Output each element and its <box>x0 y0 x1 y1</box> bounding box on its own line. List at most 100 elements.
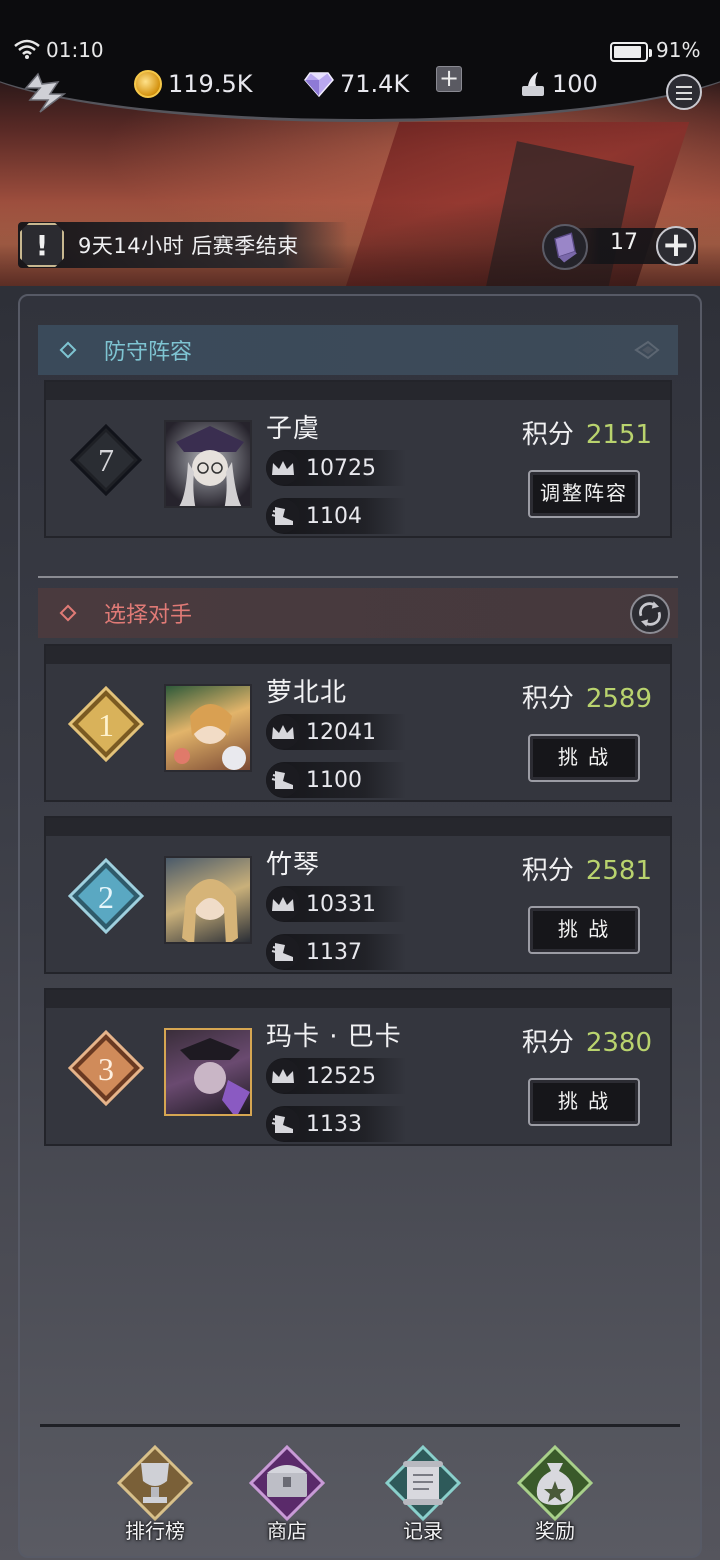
defense-avatar <box>164 420 252 508</box>
winged-boot-icon <box>266 935 300 969</box>
gold-coin-icon <box>134 70 162 98</box>
season-countdown-text: 9天14小时 后赛季结束 <box>78 234 299 258</box>
opponent-name: 竹琴 <box>266 850 321 880</box>
bottom-nav: 排行榜 商店 记录 奖励 <box>40 1424 680 1560</box>
nav-label: 商店 <box>267 1519 307 1543</box>
opponent-speed-value: 1100 <box>306 767 362 793</box>
defense-lineup-card: 7 子虞 10725 1104 积分 2151 调整阵容 <box>44 380 672 538</box>
status-time: 01:10 <box>46 38 104 62</box>
defense-rank: 7 <box>98 442 114 478</box>
defense-speed-value: 1104 <box>306 503 362 529</box>
scroll-item-icon <box>542 224 588 270</box>
opponent-section-title: 选择对手 <box>104 603 193 628</box>
challenge-button[interactable]: 挑 战 <box>528 906 640 954</box>
opponent-speed-stat: 1133 <box>266 1106 406 1142</box>
score-label: 积分 <box>521 420 574 450</box>
ticket-amount: 100 <box>552 70 598 98</box>
winged-boot-icon <box>266 1107 300 1141</box>
opponent-power-value: 10331 <box>306 891 376 917</box>
opponent-score: 积分 2380 <box>522 1022 652 1059</box>
opponent-rank: 2 <box>98 879 114 915</box>
opponent-power-stat: 10331 <box>266 886 406 922</box>
winged-boot-icon <box>266 499 300 533</box>
refresh-icon <box>639 601 661 627</box>
scroll-plus-button[interactable]: + <box>656 226 696 266</box>
battery-percent: 91% <box>656 38 701 62</box>
score-label: 积分 <box>521 1028 574 1058</box>
opponent-section-header: 选择对手 <box>38 588 678 638</box>
scroll-count: 17 <box>610 230 638 255</box>
opponent-score-value: 2380 <box>585 1028 652 1058</box>
challenge-button[interactable]: 挑 战 <box>528 1078 640 1126</box>
opponent-score-value: 2589 <box>585 684 652 714</box>
nav-label: 记录 <box>403 1519 443 1543</box>
bronze-rank-badge-icon: 3 <box>68 1030 144 1106</box>
defense-section-header: 防守阵容 <box>38 325 678 375</box>
opponent-score-value: 2581 <box>585 856 652 886</box>
defense-speed-stat: 1104 <box>266 498 406 534</box>
opponent-card: 1 萝北北 12041 1100 积分 2589 挑 战 <box>44 644 672 802</box>
refresh-opponents-button[interactable] <box>630 594 670 634</box>
opponent-name: 萝北北 <box>266 678 348 708</box>
opponent-avatar[interactable] <box>164 1028 252 1116</box>
season-countdown: ! 9天14小时 后赛季结束 <box>18 222 348 268</box>
opponent-power-value: 12525 <box>306 1063 376 1089</box>
opponent-power-stat: 12525 <box>266 1058 406 1094</box>
diamond-gem-icon <box>304 72 334 97</box>
winged-boot-icon <box>266 763 300 797</box>
gem-counter: 71.4K <box>304 66 409 102</box>
opponent-speed-stat: 1137 <box>266 934 406 970</box>
crown-icon <box>266 715 300 749</box>
opponent-rank: 3 <box>98 1051 114 1087</box>
back-button[interactable] <box>20 70 66 116</box>
opponent-name: 玛卡 · 巴卡 <box>266 1022 402 1052</box>
defense-score: 积分 2151 <box>522 414 652 451</box>
scroll-record-icon <box>385 1445 461 1521</box>
arrow-decoration-icon <box>634 340 660 360</box>
section-divider <box>38 576 678 578</box>
opponent-avatar[interactable] <box>164 684 252 772</box>
opponent-card: 3 玛卡 · 巴卡 12525 1133 积分 2380 挑 战 <box>44 988 672 1146</box>
nav-label: 奖励 <box>535 1519 575 1543</box>
wifi-icon <box>14 39 40 59</box>
treasure-chest-icon <box>249 1445 325 1521</box>
crown-icon <box>266 1059 300 1093</box>
opponent-speed-value: 1137 <box>306 939 362 965</box>
money-bag-icon <box>517 1445 593 1521</box>
gem-amount: 71.4K <box>340 70 410 98</box>
trophy-icon <box>117 1445 193 1521</box>
opponent-power-stat: 12041 <box>266 714 406 750</box>
crown-icon <box>266 887 300 921</box>
battery-icon <box>610 42 652 62</box>
opponent-speed-stat: 1100 <box>266 762 406 798</box>
ticket-counter: 100 <box>520 66 598 102</box>
opponent-speed-value: 1133 <box>306 1111 362 1137</box>
adjust-lineup-button[interactable]: 调整阵容 <box>528 470 640 518</box>
gold-amount: 119.5K <box>168 70 253 98</box>
opponent-avatar[interactable] <box>164 856 252 944</box>
gold-rank-badge-icon: 1 <box>68 686 144 762</box>
challenge-button[interactable]: 挑 战 <box>528 734 640 782</box>
nav-record[interactable]: 记录 <box>368 1445 478 1555</box>
diamond-bullet-icon <box>59 604 77 622</box>
opponent-score: 积分 2589 <box>522 678 652 715</box>
opponent-rank: 1 <box>98 707 114 743</box>
diamond-bullet-icon <box>59 341 77 359</box>
crown-icon <box>266 451 300 485</box>
opponent-score: 积分 2581 <box>522 850 652 887</box>
nav-shop[interactable]: 商店 <box>232 1445 342 1555</box>
rank-badge-icon: 7 <box>69 423 143 497</box>
nav-leaderboard[interactable]: 排行榜 <box>100 1445 210 1555</box>
nav-label: 排行榜 <box>125 1519 185 1543</box>
defense-power-stat: 10725 <box>266 450 406 486</box>
opponent-card: 2 竹琴 10331 1137 积分 2581 挑 战 <box>44 816 672 974</box>
menu-button[interactable] <box>666 74 702 110</box>
defense-power-value: 10725 <box>306 455 376 481</box>
opponent-power-value: 12041 <box>306 719 376 745</box>
score-label: 积分 <box>521 856 574 886</box>
nav-reward[interactable]: 奖励 <box>500 1445 610 1555</box>
defense-section-title: 防守阵容 <box>104 340 193 365</box>
gem-plus-button[interactable]: + <box>436 66 462 92</box>
blue-rank-badge-icon: 2 <box>68 858 144 934</box>
exclamation-icon: ! <box>20 223 64 267</box>
